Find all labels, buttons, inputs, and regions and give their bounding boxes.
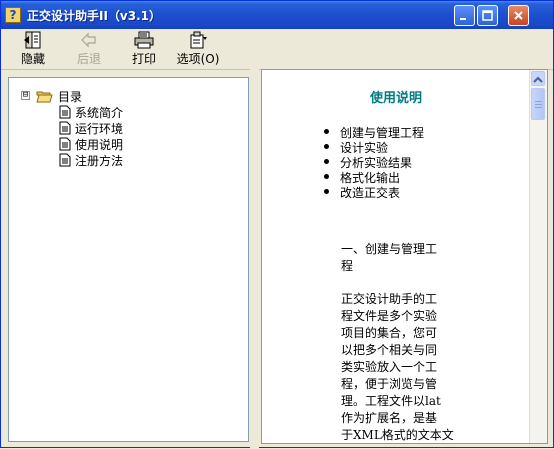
options-button[interactable]: 选项(O) — [175, 31, 221, 67]
tree-root-label: 目录 — [58, 90, 83, 104]
chevron-up-icon — [533, 76, 543, 83]
section-heading-line: 一、创建与管理工 — [341, 242, 438, 256]
section-body: 正交设计助手的工 程文件是多个实验 项目的集合，您可 以把多个相关与同 类实验放… — [341, 291, 466, 443]
printer-icon — [134, 31, 154, 49]
grip-line — [535, 107, 542, 108]
page-title: 使用说明 — [369, 91, 422, 106]
body-line: 作为扩展名，是基 — [341, 411, 438, 425]
body-line: 程，便于浏览与管 — [341, 377, 438, 391]
open-folder-icon — [36, 91, 53, 103]
hide-label: 隐藏 — [20, 52, 45, 66]
body-line: 理。工程文件以lat — [341, 394, 441, 408]
maximize-icon — [482, 10, 493, 21]
topic-link[interactable]: 设计实验 — [324, 139, 424, 155]
body-line: 正交设计助手的工 — [341, 292, 438, 306]
document-icon — [59, 121, 71, 135]
topic-link[interactable]: 格式化输出 — [324, 169, 424, 185]
document-icon — [59, 153, 71, 167]
tree-item-label: 系统简介 — [75, 106, 124, 120]
close-icon — [514, 11, 523, 20]
document-icon — [59, 105, 71, 119]
maximize-button[interactable] — [477, 5, 498, 26]
scroll-up-button[interactable] — [531, 71, 545, 86]
scroll-thumb[interactable] — [531, 88, 545, 120]
tree-item-label: 注册方法 — [75, 154, 124, 168]
help-content-pane[interactable]: 使用说明 创建与管理工程 设计实验 分析实验结果 格式化输出 改造正交表 一、创… — [261, 69, 548, 444]
close-button[interactable] — [508, 5, 529, 26]
minimize-icon — [460, 18, 466, 20]
back-arrow-icon — [81, 32, 96, 48]
vertical-scrollbar[interactable] — [529, 70, 547, 443]
body-line: 以把多个相关与同 — [341, 343, 438, 357]
topic-link[interactable]: 改造正交表 — [324, 184, 424, 200]
topic-link[interactable]: 创建与管理工程 — [324, 124, 424, 140]
minimize-button[interactable] — [454, 5, 475, 26]
body-line: 类实验放入一个工 — [341, 360, 438, 374]
pane-splitter[interactable] — [250, 69, 259, 449]
topic-list: 创建与管理工程 设计实验 分析实验结果 格式化输出 改造正交表 — [324, 124, 424, 200]
options-icon — [190, 31, 207, 49]
tree-item-label: 使用说明 — [75, 138, 124, 152]
grip-line — [535, 104, 542, 105]
help-question-icon: ? — [5, 7, 21, 23]
print-label: 打印 — [131, 52, 156, 66]
app-window: ? 正交设计助手II（v3.1） 隐藏 后退 打印 选项(O) ⊟ 目录 系统简… — [0, 0, 554, 449]
title-bar[interactable]: ? 正交设计助手II（v3.1） — [1, 1, 553, 29]
hide-button[interactable]: 隐藏 — [17, 31, 49, 67]
body-line: 项目的集合，您可 — [341, 326, 438, 340]
options-label: 选项(O) — [176, 52, 220, 66]
back-label: 后退 — [76, 52, 101, 66]
document-icon — [59, 137, 71, 151]
body-line: 程文件是多个实验 — [341, 309, 438, 323]
hide-pane-icon — [24, 31, 41, 49]
contents-tree-pane[interactable]: ⊟ 目录 系统简介 运行环境 使用说明 注册方法 — [8, 77, 249, 442]
body-line: 于XML格式的文本文 — [341, 428, 454, 442]
window-title: 正交设计助手II（v3.1） — [27, 9, 162, 23]
section-heading: 一、创建与管理工 程 — [341, 241, 466, 275]
toolbar: 隐藏 后退 打印 选项(O) — [1, 29, 553, 70]
grip-line — [535, 101, 542, 102]
topic-link[interactable]: 分析实验结果 — [324, 154, 424, 170]
tree-item-label: 运行环境 — [75, 122, 124, 136]
section-heading-line: 程 — [341, 259, 354, 273]
back-button[interactable]: 后退 — [73, 31, 105, 67]
print-button[interactable]: 打印 — [128, 31, 160, 67]
collapse-icon[interactable]: ⊟ — [21, 91, 30, 100]
